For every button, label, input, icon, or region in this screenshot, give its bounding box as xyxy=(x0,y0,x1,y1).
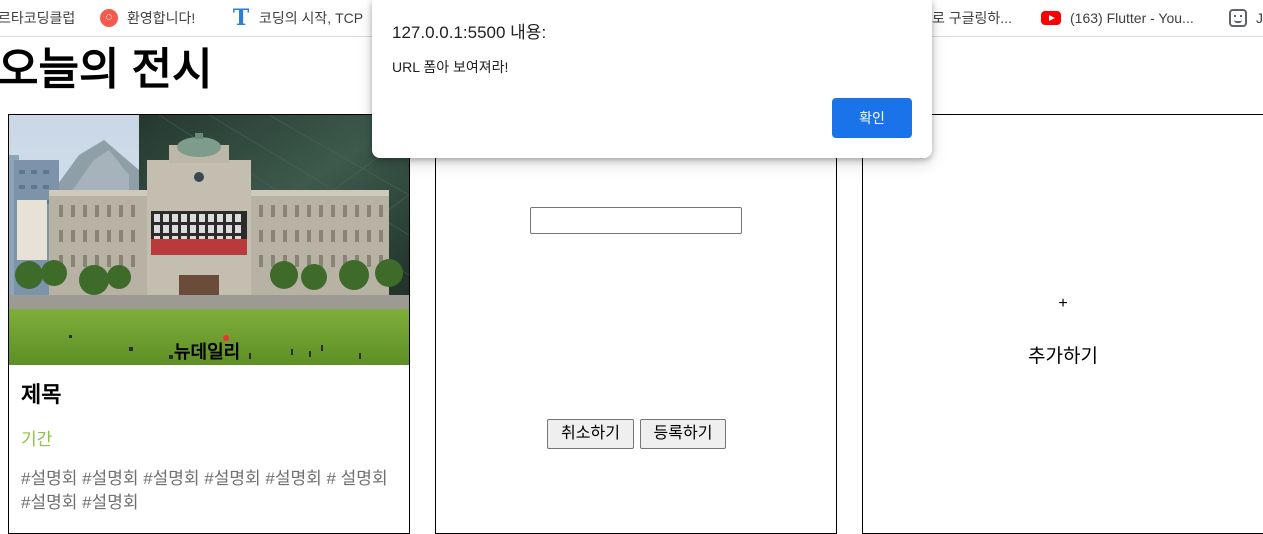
bookmark-item[interactable]: T 코딩의 시작, TCP xyxy=(232,5,364,31)
dialog-message: URL 폼아 보여져라! xyxy=(392,59,509,75)
cancel-button[interactable]: 취소하기 xyxy=(547,419,634,449)
alert-dialog: 127.0.0.1:5500 내용: URL 폼아 보여져라! 확인 xyxy=(372,0,932,158)
bookmark-label: 코딩의 시작, TCP xyxy=(259,10,364,26)
add-card-label: 추가하기 xyxy=(1028,346,1098,367)
page-title: 오늘의 전시 xyxy=(0,45,213,94)
bookmark-label: 르타코딩클럽 xyxy=(0,10,76,26)
exhibition-photo: 뉴데일리 xyxy=(9,115,409,365)
url-input[interactable] xyxy=(530,207,742,234)
youtube-icon xyxy=(1041,11,1061,25)
add-card[interactable]: + 추가하기 xyxy=(862,114,1263,534)
bookmark-label: 로 구글링하... xyxy=(932,10,1012,26)
bookmark-label: 환영합니다! xyxy=(127,10,196,26)
bookmark-label: J xyxy=(1256,10,1263,26)
red-dot-icon xyxy=(100,9,118,27)
image-watermark: 뉴데일리 xyxy=(174,342,240,363)
submit-button[interactable]: 등록하기 xyxy=(640,419,726,449)
plus-icon: + xyxy=(1058,295,1068,312)
card-tags: #설명회 #설명회 #설명회 #설명회 #설명회 # 설명회 #설명회 #설명회 xyxy=(21,469,388,512)
dialog-title: 127.0.0.1:5500 내용: xyxy=(392,23,547,42)
face-icon xyxy=(1229,9,1247,27)
url-form-card: 취소하기 등록하기 xyxy=(435,114,837,534)
ok-button[interactable]: 확인 xyxy=(832,98,912,138)
t-logo-icon: T xyxy=(232,5,250,31)
bookmark-item[interactable]: 환영합니다! xyxy=(100,8,195,28)
exhibition-card[interactable]: 뉴데일리 제목 기간 #설명회 #설명회 #설명회 #설명회 #설명회 # 설명… xyxy=(8,114,410,534)
bookmark-item[interactable]: J xyxy=(1229,8,1263,28)
card-title: 제목 xyxy=(21,382,62,407)
bookmark-item[interactable]: (163) Flutter - You... xyxy=(1041,8,1194,28)
bookmark-label: (163) Flutter - You... xyxy=(1070,10,1194,26)
bookmark-item[interactable]: 로 구글링하... xyxy=(932,8,1012,28)
bookmark-item[interactable]: 르타코딩클럽 xyxy=(0,8,75,28)
card-period: 기간 xyxy=(21,430,53,449)
